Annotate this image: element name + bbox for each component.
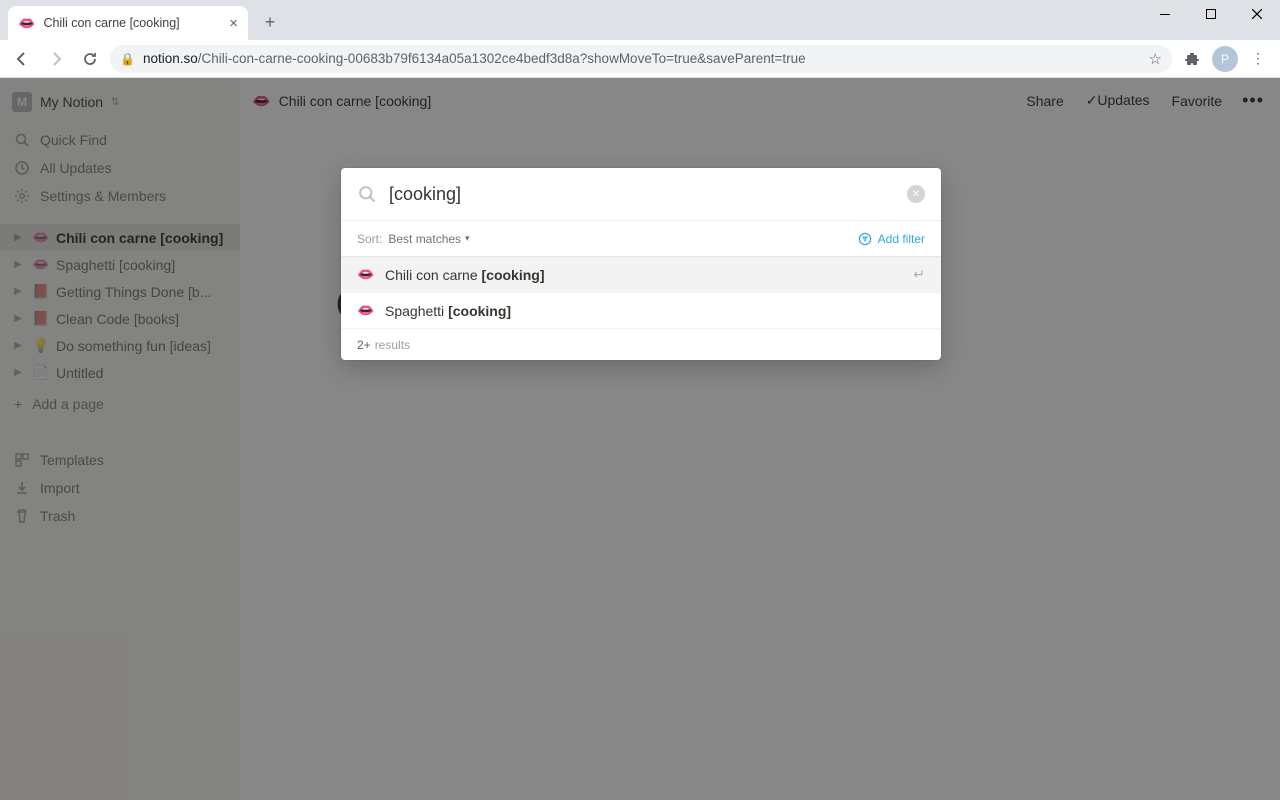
browser-menu-icon[interactable]: ⋮ [1244,45,1272,73]
bookmark-star-icon[interactable]: ☆ [1149,50,1162,68]
browser-tab[interactable]: 👄 Chili con carne [cooking] × [8,6,248,40]
window-minimize-button[interactable] [1142,0,1188,28]
back-button[interactable] [8,45,36,73]
add-filter-label: Add filter [878,232,925,246]
result-emoji-icon: 👄 [357,266,375,283]
window-close-button[interactable] [1234,0,1280,28]
search-input[interactable] [389,184,895,205]
filter-icon [858,232,872,246]
profile-avatar[interactable]: P [1212,46,1238,72]
address-bar[interactable]: 🔒 notion.so/Chili-con-carne-cooking-0068… [110,45,1172,73]
chevron-down-icon: ▾ [465,233,470,244]
enter-key-icon: ↵ [913,266,925,283]
window-maximize-button[interactable] [1188,0,1234,28]
result-title: Spaghetti [cooking] [385,303,511,319]
result-emoji-icon: 👄 [357,302,375,319]
result-count-footer: 2+ results [341,328,941,360]
tab-title: Chili con carne [cooking] [43,16,179,30]
reload-button[interactable] [76,45,104,73]
add-filter-button[interactable]: Add filter [858,232,925,246]
search-modal: ✕ Sort: Best matches▾ Add filter 👄 Chili… [341,168,941,360]
tab-close-icon[interactable]: × [229,15,238,32]
search-result-row[interactable]: 👄 Chili con carne [cooking] ↵ [341,256,941,292]
search-icon [357,184,377,204]
forward-button[interactable] [42,45,70,73]
sort-label: Sort: [357,232,382,246]
search-result-row[interactable]: 👄 Spaghetti [cooking] [341,292,941,328]
extensions-icon[interactable] [1178,45,1206,73]
sort-dropdown[interactable]: Best matches▾ [388,232,469,246]
tab-favicon: 👄 [18,15,35,32]
lock-icon: 🔒 [120,52,135,66]
new-tab-button[interactable]: + [256,8,284,36]
url-text: notion.so/Chili-con-carne-cooking-00683b… [143,51,806,66]
result-title: Chili con carne [cooking] [385,267,545,283]
clear-search-icon[interactable]: ✕ [907,185,925,203]
